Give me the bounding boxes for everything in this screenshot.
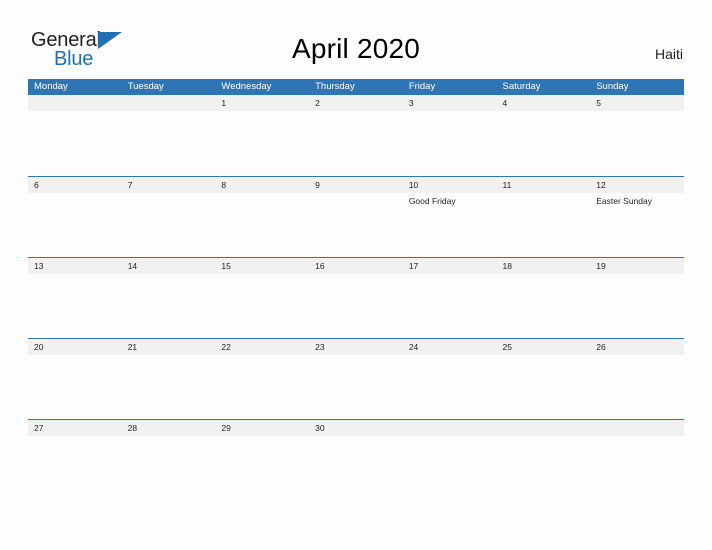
weekday-header-monday: Monday — [34, 81, 68, 92]
week-row: 6 7 8 9 10 11 12 Good Friday Easter Sund… — [28, 176, 684, 257]
day-number[interactable]: 1 — [215, 95, 309, 111]
day-number[interactable]: 17 — [403, 258, 497, 274]
day-number[interactable]: 11 — [497, 177, 591, 193]
weekday-header-friday: Friday — [408, 81, 436, 92]
calendar-grid: Monday Tuesday Wednesday Thursday Friday… — [28, 79, 684, 500]
day-number[interactable]: 8 — [215, 177, 309, 193]
week-event-band — [28, 274, 684, 338]
day-events[interactable] — [215, 355, 309, 419]
week-daynumber-band: 1 2 3 4 5 — [28, 95, 684, 111]
week-event-band — [28, 436, 684, 500]
day-events[interactable] — [215, 274, 309, 338]
day-events[interactable] — [309, 193, 403, 257]
page-title: April 2020 — [291, 33, 421, 64]
region-label: Haiti — [654, 46, 683, 62]
day-number[interactable]: 4 — [497, 95, 591, 111]
day-events[interactable] — [309, 274, 403, 338]
week-row: 27 28 29 30 — [28, 419, 684, 500]
week-row: 1 2 3 4 5 — [28, 95, 684, 176]
day-events[interactable] — [122, 111, 216, 175]
day-events[interactable] — [122, 436, 216, 500]
day-events[interactable] — [403, 436, 497, 500]
day-number[interactable] — [497, 420, 591, 436]
week-event-band: Good Friday Easter Sunday — [28, 193, 684, 257]
day-number[interactable]: 16 — [309, 258, 403, 274]
day-events[interactable] — [497, 111, 591, 175]
day-number[interactable]: 28 — [122, 420, 216, 436]
day-events[interactable] — [497, 436, 591, 500]
weekday-header-wednesday: Wednesday — [221, 81, 272, 92]
weekday-header-thursday: Thursday — [315, 81, 355, 92]
day-number[interactable]: 23 — [309, 339, 403, 355]
day-events[interactable] — [497, 193, 591, 257]
week-daynumber-band: 6 7 8 9 10 11 12 — [28, 177, 684, 193]
day-events[interactable] — [309, 111, 403, 175]
day-number[interactable]: 15 — [215, 258, 309, 274]
day-events[interactable] — [590, 111, 684, 175]
day-events[interactable] — [122, 355, 216, 419]
day-number[interactable]: 10 — [403, 177, 497, 193]
day-events[interactable] — [497, 274, 591, 338]
day-number[interactable] — [590, 420, 684, 436]
day-events[interactable] — [215, 436, 309, 500]
week-daynumber-band: 27 28 29 30 — [28, 420, 684, 436]
day-number[interactable]: 9 — [309, 177, 403, 193]
day-events[interactable] — [215, 111, 309, 175]
day-number[interactable]: 2 — [309, 95, 403, 111]
day-number[interactable]: 21 — [122, 339, 216, 355]
day-events[interactable]: Good Friday — [403, 193, 497, 257]
day-number[interactable]: 22 — [215, 339, 309, 355]
day-events[interactable] — [497, 355, 591, 419]
weekday-header-saturday: Saturday — [502, 81, 541, 92]
day-events[interactable] — [403, 355, 497, 419]
day-events[interactable] — [309, 436, 403, 500]
holiday-label: Easter Sunday — [596, 196, 652, 206]
day-events[interactable] — [28, 111, 122, 175]
holiday-label: Good Friday — [408, 196, 456, 206]
day-events[interactable]: Easter Sunday — [590, 193, 684, 257]
day-number[interactable]: 25 — [497, 339, 591, 355]
day-number[interactable]: 27 — [28, 420, 122, 436]
day-number[interactable]: 19 — [590, 258, 684, 274]
day-number[interactable]: 18 — [497, 258, 591, 274]
page-header: General Blue April 2020 Haiti — [0, 0, 712, 79]
day-number[interactable]: 24 — [403, 339, 497, 355]
day-events[interactable] — [28, 355, 122, 419]
week-event-band — [28, 111, 684, 175]
weekday-header-row: Monday Tuesday Wednesday Thursday Friday… — [28, 79, 684, 95]
day-number[interactable] — [28, 95, 122, 111]
day-number[interactable] — [122, 95, 216, 111]
day-number[interactable]: 3 — [403, 95, 497, 111]
day-events[interactable] — [403, 111, 497, 175]
week-daynumber-band: 20 21 22 23 24 25 26 — [28, 339, 684, 355]
day-events[interactable] — [590, 355, 684, 419]
day-events[interactable] — [122, 193, 216, 257]
day-number[interactable]: 5 — [590, 95, 684, 111]
day-events[interactable] — [28, 274, 122, 338]
day-events[interactable] — [590, 274, 684, 338]
day-number[interactable]: 6 — [28, 177, 122, 193]
weekday-header-sunday: Sunday — [596, 81, 629, 92]
week-daynumber-band: 13 14 15 16 17 18 19 — [28, 258, 684, 274]
day-events[interactable] — [215, 193, 309, 257]
day-number[interactable]: 14 — [122, 258, 216, 274]
week-row: 20 21 22 23 24 25 26 — [28, 338, 684, 419]
day-number[interactable]: 29 — [215, 420, 309, 436]
day-events[interactable] — [309, 355, 403, 419]
day-number[interactable]: 20 — [28, 339, 122, 355]
day-events[interactable] — [28, 193, 122, 257]
day-events[interactable] — [28, 436, 122, 500]
weekday-header-tuesday: Tuesday — [127, 81, 164, 92]
day-number[interactable]: 13 — [28, 258, 122, 274]
day-number[interactable]: 12 — [590, 177, 684, 193]
week-row: 13 14 15 16 17 18 19 — [28, 257, 684, 338]
day-number[interactable] — [403, 420, 497, 436]
day-events[interactable] — [403, 274, 497, 338]
week-event-band — [28, 355, 684, 419]
day-events[interactable] — [590, 436, 684, 500]
day-number[interactable]: 30 — [309, 420, 403, 436]
day-number[interactable]: 7 — [122, 177, 216, 193]
day-events[interactable] — [122, 274, 216, 338]
day-number[interactable]: 26 — [590, 339, 684, 355]
